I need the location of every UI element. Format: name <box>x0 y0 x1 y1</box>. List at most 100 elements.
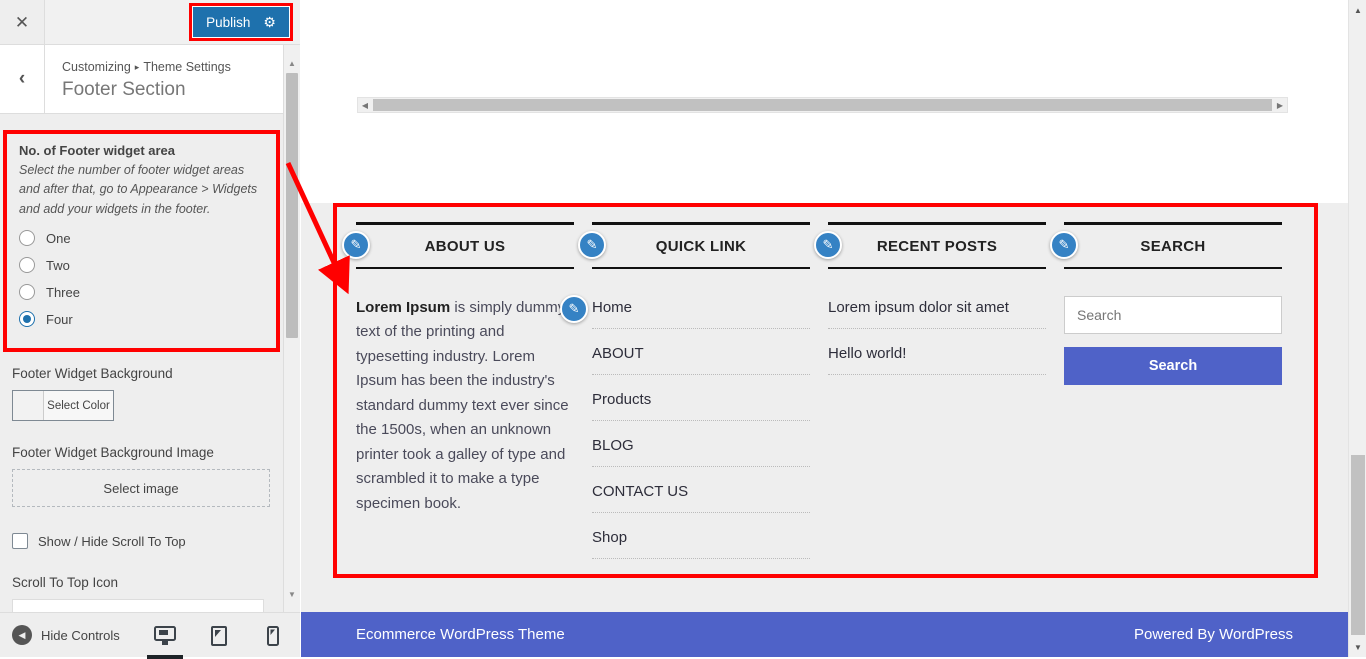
list-item[interactable]: CONTACT US <box>592 480 810 513</box>
copyright-right-text: Powered By WordPress <box>1134 626 1293 643</box>
radio-label: Three <box>46 284 80 300</box>
scroll-up-icon[interactable]: ▲ <box>284 55 300 71</box>
device-preview-buttons <box>147 613 288 659</box>
widget-title: RECENT POSTS <box>828 222 1046 269</box>
edit-pencil-icon[interactable]: ✎ <box>578 231 606 259</box>
scroll-to-top-icon-label: Scroll To Top Icon <box>12 575 119 590</box>
widget-body: Search <box>1064 269 1282 385</box>
footer-widget-count-description: Select the number of footer widget areas… <box>19 163 258 216</box>
hide-controls-label: Hide Controls <box>41 627 120 643</box>
footer-widgets-row: ✎ ABOUT US ✎ Lorem Ipsum is simply dummy… <box>342 222 1301 572</box>
show-hide-scroll-to-top-checkbox[interactable]: Show / Hide Scroll To Top <box>12 533 272 549</box>
hide-controls-button[interactable]: ◀ Hide Controls <box>12 625 120 645</box>
footer-widget-count-label: No. of Footer widget area <box>19 143 176 158</box>
breadcrumb: Customizing ▸ Theme Settings <box>62 60 231 74</box>
radio-icon <box>19 284 35 301</box>
preview-top-blank <box>301 0 1348 90</box>
widget-title: QUICK LINK <box>592 222 810 269</box>
footer-widget-search: ✎ SEARCH Search <box>1050 222 1300 572</box>
breadcrumb-root[interactable]: Customizing <box>62 60 131 74</box>
edit-pencil-icon[interactable]: ✎ <box>1050 231 1078 259</box>
site-preview: ◀ ▶ ✎ ABOUT US ✎ Lorem Ipsum is simply d… <box>301 0 1366 657</box>
widget-title: ABOUT US <box>356 222 574 269</box>
radio-option-two[interactable]: Two <box>19 257 264 274</box>
recent-posts-list: Lorem ipsum dolor sit amet Hello world! <box>828 296 1046 375</box>
color-swatch <box>13 391 44 420</box>
close-icon[interactable]: ✕ <box>0 0 45 44</box>
footer-widget-quick-link: ✎ QUICK LINK Home ABOUT Products BLOG CO… <box>578 222 828 572</box>
scroll-right-icon[interactable]: ▶ <box>1273 98 1287 112</box>
about-us-body: is simply dummy text of the printing and… <box>356 299 569 512</box>
list-item[interactable]: BLOG <box>592 434 810 467</box>
radio-label: Two <box>46 257 70 273</box>
gear-icon[interactable]: ⚙ <box>263 15 276 29</box>
scroll-down-icon[interactable]: ▼ <box>284 586 300 602</box>
radio-icon-selected <box>19 311 35 328</box>
preview-gap <box>301 113 1348 203</box>
radio-icon <box>19 230 35 247</box>
search-button[interactable]: Search <box>1064 347 1282 385</box>
select-image-label: Select image <box>103 480 179 496</box>
horizontal-scrollbar-thumb[interactable] <box>373 99 1272 111</box>
breadcrumb-parent[interactable]: Theme Settings <box>143 60 231 74</box>
scroll-to-top-icon-select[interactable] <box>12 599 264 612</box>
radio-label: Four <box>46 311 73 327</box>
scrollbar-thumb[interactable] <box>286 73 298 338</box>
list-item[interactable]: Lorem ipsum dolor sit amet <box>828 296 1046 329</box>
customizer-footer-bar: ◀ Hide Controls <box>0 612 300 659</box>
desktop-preview-icon[interactable] <box>147 614 183 659</box>
select-color-label: Select Color <box>44 391 113 420</box>
checkbox-icon <box>12 533 28 549</box>
about-us-lead: Lorem Ipsum <box>356 299 451 316</box>
list-item[interactable]: Hello world! <box>828 342 1046 375</box>
collapse-icon: ◀ <box>12 625 32 645</box>
preview-vertical-scrollbar[interactable]: ▲ ▼ <box>1348 0 1366 657</box>
customizer-titlebar: ‹ Customizing ▸ Theme Settings Footer Sect… <box>0 45 283 114</box>
search-input[interactable] <box>1064 296 1282 334</box>
publish-button[interactable]: Publish ⚙ <box>193 7 289 37</box>
customizer-controls: No. of Footer widget area Select the num… <box>0 114 283 612</box>
breadcrumb-separator-icon: ▸ <box>134 62 140 72</box>
lower-controls: Footer Widget Background Select Color Fo… <box>12 366 272 612</box>
widget-title: SEARCH <box>1064 222 1282 269</box>
mobile-preview-icon[interactable] <box>258 614 288 658</box>
edit-pencil-icon[interactable]: ✎ <box>814 231 842 259</box>
scroll-left-icon[interactable]: ◀ <box>358 98 372 112</box>
scroll-up-icon[interactable]: ▲ <box>1351 3 1365 17</box>
list-item[interactable]: Home <box>592 296 810 329</box>
show-hide-scroll-to-top-label: Show / Hide Scroll To Top <box>38 533 186 549</box>
radio-icon <box>19 257 35 274</box>
tablet-preview-icon[interactable] <box>204 614 234 658</box>
about-us-text: Lorem Ipsum is simply dummy text of the … <box>356 296 574 516</box>
list-item[interactable]: ABOUT <box>592 342 810 375</box>
select-color-button[interactable]: Select Color <box>12 390 114 421</box>
page-title: Footer Section <box>62 79 186 100</box>
list-item[interactable]: Products <box>592 388 810 421</box>
footer-widget-background-image-label: Footer Widget Background Image <box>12 445 214 460</box>
footer-widget-about-us: ✎ ABOUT US ✎ Lorem Ipsum is simply dummy… <box>342 222 592 572</box>
radio-option-four[interactable]: Four <box>19 311 264 328</box>
preview-horizontal-scrollbar[interactable]: ◀ ▶ <box>357 97 1288 113</box>
footer-widget-count-control: No. of Footer widget area Select the num… <box>3 130 280 352</box>
widget-body: Lorem ipsum dolor sit amet Hello world! <box>828 269 1046 375</box>
edit-pencil-icon[interactable]: ✎ <box>342 231 370 259</box>
radio-label: One <box>46 230 71 246</box>
footer-widget-background-label: Footer Widget Background <box>12 366 173 381</box>
customizer-scrollbar[interactable]: ▲ ▼ <box>283 45 300 612</box>
radio-option-one[interactable]: One <box>19 230 264 247</box>
copyright-left-text: Ecommerce WordPress Theme <box>356 626 565 643</box>
select-image-button[interactable]: Select image <box>12 469 270 507</box>
quick-link-list: Home ABOUT Products BLOG CONTACT US Shop <box>592 296 810 559</box>
widget-body: ✎ Lorem Ipsum is simply dummy text of th… <box>356 269 588 516</box>
customizer-header: ✕ Publish ⚙ <box>0 0 300 45</box>
edit-pencil-icon[interactable]: ✎ <box>560 295 588 323</box>
radio-option-three[interactable]: Three <box>19 284 264 301</box>
footer-widget-recent-posts: ✎ RECENT POSTS Lorem ipsum dolor sit ame… <box>814 222 1064 572</box>
chevron-left-icon[interactable]: ‹ <box>0 45 45 113</box>
list-item[interactable]: Shop <box>592 526 810 559</box>
scrollbar-thumb[interactable] <box>1351 455 1365 635</box>
footer-copyright-bar: Ecommerce WordPress Theme Powered By Wor… <box>301 612 1348 657</box>
publish-button-label: Publish <box>206 14 251 30</box>
publish-button-highlight: Publish ⚙ <box>189 3 293 41</box>
scroll-down-icon[interactable]: ▼ <box>1351 640 1365 654</box>
